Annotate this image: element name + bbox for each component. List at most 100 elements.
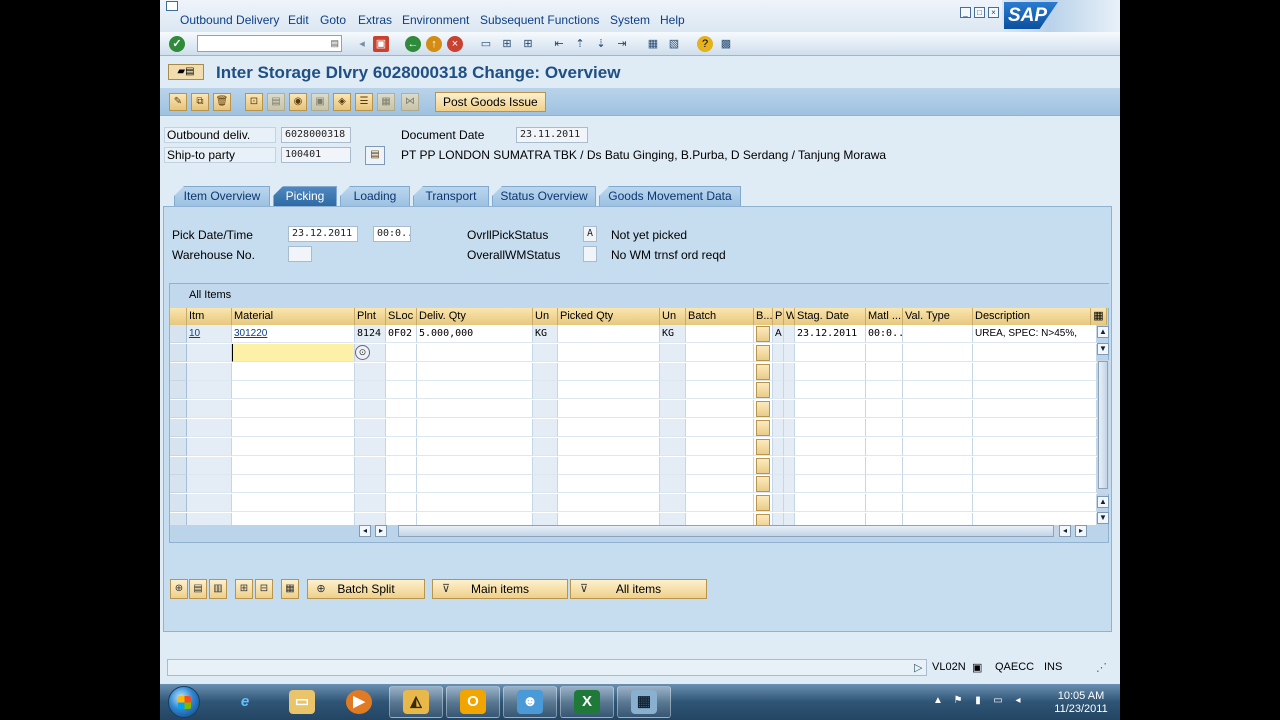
cell-picked-qty[interactable] — [558, 325, 660, 343]
cell-batch[interactable] — [686, 513, 754, 525]
menu-edit[interactable]: Edit — [288, 13, 309, 27]
cell-plnt[interactable] — [355, 381, 386, 399]
cell-un[interactable] — [533, 400, 558, 418]
cell-sloc[interactable] — [386, 475, 417, 493]
next-page-icon[interactable]: ⇣ — [593, 36, 609, 52]
col-stag-date[interactable]: Stag. Date — [795, 308, 866, 325]
col-val-type[interactable]: Val. Type — [903, 308, 973, 325]
cell-val-type[interactable] — [903, 438, 973, 456]
volume-icon[interactable]: ◂ — [1012, 695, 1024, 707]
cell-deliv-qty[interactable] — [417, 419, 533, 437]
cell-matl[interactable] — [866, 400, 903, 418]
cell-material[interactable] — [232, 438, 355, 456]
cell-picked-qty[interactable] — [558, 400, 660, 418]
cell-deliv-qty[interactable] — [417, 400, 533, 418]
main-items-button[interactable]: ⊽ Main items — [432, 579, 568, 599]
clock[interactable]: 10:05 AM 11/23/2011 — [1046, 690, 1116, 716]
cell-w[interactable] — [784, 325, 795, 343]
taskbar-media-player[interactable]: ▶ — [332, 686, 386, 718]
insert-row-icon[interactable]: ⊞ — [235, 579, 253, 599]
cell-matl[interactable] — [866, 344, 903, 362]
display-change-icon[interactable]: ✎ — [169, 93, 187, 111]
cell-un2[interactable]: KG — [660, 325, 686, 343]
cell-un[interactable] — [533, 419, 558, 437]
cell-un[interactable] — [533, 494, 558, 512]
cell-un2[interactable] — [660, 513, 686, 525]
batch-icon[interactable]: ◈ — [333, 93, 351, 111]
cell-plnt[interactable] — [355, 494, 386, 512]
cell-p[interactable] — [773, 494, 784, 512]
cell-un[interactable] — [533, 363, 558, 381]
cell-picked-qty[interactable] — [558, 419, 660, 437]
cell-matl[interactable] — [866, 513, 903, 525]
cell-material[interactable] — [232, 513, 355, 525]
flag-icon[interactable]: ⚑ — [952, 695, 964, 707]
col-p[interactable]: P — [773, 308, 784, 325]
system-menu-icon[interactable] — [166, 1, 178, 11]
cell-un[interactable] — [533, 438, 558, 456]
cell-stag-date[interactable] — [795, 494, 866, 512]
tab-item-overview[interactable]: Item Overview — [174, 186, 270, 206]
tab-status-overview[interactable]: Status Overview — [492, 186, 596, 206]
minimize-icon[interactable]: _ — [960, 7, 971, 18]
cell-plnt[interactable]: 8124 — [355, 325, 386, 343]
dates-icon[interactable]: ▦ — [377, 93, 395, 111]
back-icon[interactable]: ← — [405, 36, 421, 52]
tab-goods-movement-data[interactable]: Goods Movement Data — [599, 186, 741, 206]
cell-itm[interactable]: 10 — [187, 325, 232, 343]
cell-un2[interactable] — [660, 381, 686, 399]
tab-loading[interactable]: Loading — [340, 186, 410, 206]
print-icon[interactable]: ▭ — [478, 36, 494, 52]
header-details-icon[interactable]: ⊡ — [245, 93, 263, 111]
ship-to-party-field[interactable]: 100401 — [281, 147, 351, 163]
cell-itm[interactable] — [187, 475, 232, 493]
cell-plnt[interactable] — [355, 419, 386, 437]
cell-un2[interactable] — [660, 400, 686, 418]
cell-description[interactable] — [973, 475, 1097, 493]
menu-system[interactable]: System — [610, 13, 650, 27]
batch-checkbox[interactable] — [756, 476, 770, 492]
cell-p[interactable] — [773, 381, 784, 399]
batch-checkbox[interactable] — [756, 326, 770, 342]
cell-w[interactable] — [784, 475, 795, 493]
cell-deliv-qty[interactable] — [417, 363, 533, 381]
table-settings-icon[interactable]: ▦ — [1091, 308, 1107, 325]
power-icon[interactable]: ▮ — [972, 695, 984, 707]
cell-stag-date[interactable] — [795, 400, 866, 418]
cell-w[interactable] — [784, 344, 795, 362]
cell-un[interactable] — [533, 381, 558, 399]
cell-deliv-qty[interactable] — [417, 457, 533, 475]
taskbar-communicator[interactable]: ☻ — [503, 686, 557, 718]
cell-picked-qty[interactable] — [558, 363, 660, 381]
cell-p[interactable]: A — [773, 325, 784, 343]
cell-picked-qty[interactable] — [558, 475, 660, 493]
close-window-icon[interactable]: × — [988, 7, 999, 18]
delete-icon[interactable]: 🗑 — [213, 93, 231, 111]
cell-p[interactable] — [773, 400, 784, 418]
scroll-page-up-icon[interactable]: ▲ — [1097, 496, 1109, 508]
resize-grip-icon[interactable]: ⋰ — [1096, 661, 1107, 674]
document-date-field[interactable]: 23.11.2011 — [516, 127, 588, 143]
row-selector[interactable] — [170, 475, 187, 493]
cell-plnt[interactable] — [355, 513, 386, 525]
cell-batch[interactable] — [686, 457, 754, 475]
cell-stag-date[interactable] — [795, 475, 866, 493]
cell-deliv-qty[interactable] — [417, 381, 533, 399]
cell-matl[interactable] — [866, 381, 903, 399]
cell-plnt[interactable] — [355, 400, 386, 418]
cell-batch[interactable] — [686, 419, 754, 437]
batch-checkbox[interactable] — [756, 401, 770, 417]
new-session-icon[interactable]: ▦ — [645, 36, 661, 52]
taskbar-excel[interactable]: X — [560, 686, 614, 718]
col-w[interactable]: W — [784, 308, 795, 325]
cell-description[interactable] — [973, 494, 1097, 512]
batch-checkbox[interactable] — [756, 495, 770, 511]
all-items-button[interactable]: ⊽ All items — [570, 579, 707, 599]
batch-checkbox[interactable] — [756, 458, 770, 474]
command-field[interactable]: ▤ — [197, 35, 342, 52]
cell-batch[interactable] — [686, 344, 754, 362]
find-icon[interactable]: ⊞ — [499, 36, 515, 52]
col-un-2[interactable]: Un — [660, 308, 686, 325]
cell-itm[interactable] — [187, 381, 232, 399]
row-selector[interactable] — [170, 363, 187, 381]
